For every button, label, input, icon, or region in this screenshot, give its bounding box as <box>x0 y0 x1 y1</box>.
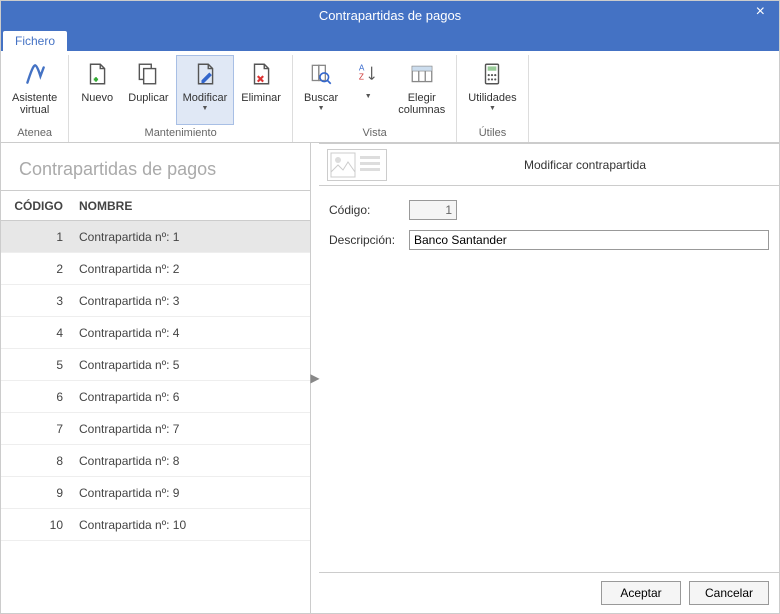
table-row[interactable]: 2Contrapartida nº: 2 <box>1 253 310 285</box>
code-input[interactable] <box>409 200 457 220</box>
table-row[interactable]: 8Contrapartida nº: 8 <box>1 445 310 477</box>
description-input[interactable] <box>409 230 769 250</box>
chevron-down-icon: ▼ <box>318 105 325 112</box>
cell-code: 10 <box>1 518 73 532</box>
cell-name: Contrapartida nº: 5 <box>73 358 310 372</box>
nuevo-button[interactable]: Nuevo <box>73 55 121 125</box>
cell-name: Contrapartida nº: 10 <box>73 518 310 532</box>
table-row[interactable]: 5Contrapartida nº: 5 <box>1 349 310 381</box>
tab-strip: Fichero <box>1 29 779 51</box>
asistente-virtual-button[interactable]: Asistente virtual <box>5 55 64 125</box>
table-row[interactable]: 7Contrapartida nº: 7 <box>1 413 310 445</box>
ribbon-group-vista: Buscar ▼ AZ ▼ Elegir columnas Vista <box>293 55 457 142</box>
cancel-button[interactable]: Cancelar <box>689 581 769 605</box>
ribbon: Asistente virtual Atenea Nuevo Duplicar <box>1 51 779 143</box>
document-delete-icon <box>245 58 277 90</box>
sort-az-icon: AZ <box>352 58 384 90</box>
cell-code: 9 <box>1 486 73 500</box>
tab-fichero[interactable]: Fichero <box>3 31 67 51</box>
left-pane: Contrapartidas de pagos CÓDIGO NOMBRE 1C… <box>1 143 311 613</box>
ribbon-group-atenea: Asistente virtual Atenea <box>1 55 69 142</box>
title-bar: Contrapartidas de pagos × <box>1 1 779 29</box>
document-copy-icon <box>132 58 164 90</box>
cell-name: Contrapartida nº: 7 <box>73 422 310 436</box>
col-header-code[interactable]: CÓDIGO <box>1 199 73 213</box>
code-label: Código: <box>329 203 409 217</box>
grid: CÓDIGO NOMBRE 1Contrapartida nº: 12Contr… <box>1 190 310 613</box>
svg-text:A: A <box>359 63 365 72</box>
splitter-handle[interactable]: ▶ <box>311 143 319 613</box>
eliminar-button[interactable]: Eliminar <box>234 55 288 125</box>
table-row[interactable]: 3Contrapartida nº: 3 <box>1 285 310 317</box>
cell-code: 6 <box>1 390 73 404</box>
cell-name: Contrapartida nº: 4 <box>73 326 310 340</box>
form-body: Código: Descripción: <box>319 186 779 572</box>
svg-text:Z: Z <box>359 73 364 82</box>
right-pane: Modificar contrapartida Código: Descripc… <box>319 143 779 613</box>
table-row[interactable]: 1Contrapartida nº: 1 <box>1 221 310 253</box>
button-bar: Aceptar Cancelar <box>319 572 779 613</box>
columns-icon <box>406 58 438 90</box>
form-header: Modificar contrapartida <box>319 144 779 186</box>
col-header-name[interactable]: NOMBRE <box>73 199 310 213</box>
document-plus-icon <box>81 58 113 90</box>
cell-name: Contrapartida nº: 3 <box>73 294 310 308</box>
sort-button[interactable]: AZ ▼ <box>345 55 391 125</box>
table-row[interactable]: 10Contrapartida nº: 10 <box>1 509 310 541</box>
cell-name: Contrapartida nº: 2 <box>73 262 310 276</box>
chevron-down-icon: ▼ <box>489 105 496 112</box>
cell-code: 3 <box>1 294 73 308</box>
cell-name: Contrapartida nº: 6 <box>73 390 310 404</box>
cell-code: 8 <box>1 454 73 468</box>
cell-code: 1 <box>1 230 73 244</box>
ribbon-group-utiles: Utilidades ▼ Útiles <box>457 55 528 142</box>
alpha-icon <box>19 58 51 90</box>
table-row[interactable]: 9Contrapartida nº: 9 <box>1 477 310 509</box>
document-edit-icon <box>189 58 221 90</box>
cell-code: 4 <box>1 326 73 340</box>
accept-button[interactable]: Aceptar <box>601 581 681 605</box>
elegir-columnas-button[interactable]: Elegir columnas <box>391 55 452 125</box>
cell-code: 2 <box>1 262 73 276</box>
image-placeholder-icon <box>327 149 387 181</box>
buscar-button[interactable]: Buscar ▼ <box>297 55 345 125</box>
window-title: Contrapartidas de pagos <box>319 8 461 23</box>
grid-header: CÓDIGO NOMBRE <box>1 191 310 221</box>
cell-name: Contrapartida nº: 8 <box>73 454 310 468</box>
table-row[interactable]: 6Contrapartida nº: 6 <box>1 381 310 413</box>
close-icon[interactable]: × <box>750 3 771 21</box>
utilidades-button[interactable]: Utilidades ▼ <box>461 55 523 125</box>
cell-name: Contrapartida nº: 1 <box>73 230 310 244</box>
cell-code: 7 <box>1 422 73 436</box>
main-area: Contrapartidas de pagos CÓDIGO NOMBRE 1C… <box>1 143 779 613</box>
cell-code: 5 <box>1 358 73 372</box>
form-title: Modificar contrapartida <box>399 158 771 172</box>
modificar-button[interactable]: Modificar ▼ <box>176 55 235 125</box>
duplicar-button[interactable]: Duplicar <box>121 55 175 125</box>
chevron-down-icon: ▼ <box>365 93 372 100</box>
cell-name: Contrapartida nº: 9 <box>73 486 310 500</box>
list-title: Contrapartidas de pagos <box>1 153 310 190</box>
search-icon <box>305 58 337 90</box>
calculator-icon <box>476 58 508 90</box>
chevron-down-icon: ▼ <box>201 105 208 112</box>
table-row[interactable]: 4Contrapartida nº: 4 <box>1 317 310 349</box>
ribbon-group-mantenimiento: Nuevo Duplicar Modificar ▼ Eliminar <box>69 55 293 142</box>
description-label: Descripción: <box>329 233 409 247</box>
